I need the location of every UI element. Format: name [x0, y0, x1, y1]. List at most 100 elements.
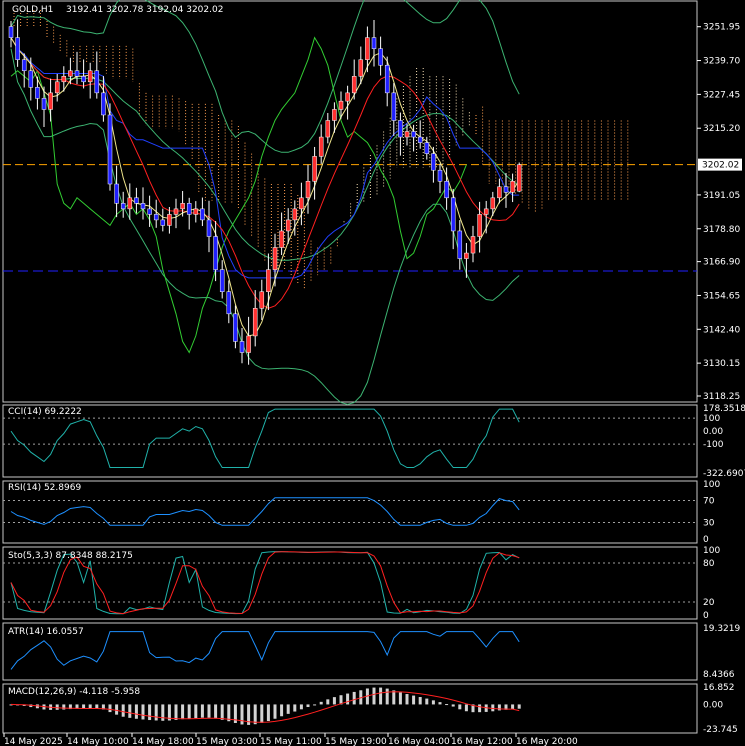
- candle-body: [180, 203, 185, 210]
- atr-line: [10, 631, 520, 670]
- panel-frame-main: [2, 0, 698, 403]
- macd-histogram-bar: [280, 704, 284, 717]
- macd-histogram-bar: [253, 704, 257, 725]
- candle-body: [279, 230, 284, 248]
- candle-body: [510, 180, 515, 193]
- candle-body: [503, 186, 509, 193]
- candle-body: [74, 70, 80, 77]
- candle-body: [450, 197, 456, 232]
- indicator-tick-label: 30: [703, 519, 715, 529]
- candle-body: [28, 70, 34, 88]
- macd-label: MACD(12,26,9) -4.118 -5.958: [8, 687, 140, 697]
- main-price-plot: [3, 0, 697, 405]
- macd-histogram-bar: [445, 704, 449, 706]
- indicator-tick-label: 0.00: [703, 427, 723, 437]
- indicator-tick-label: 0: [703, 611, 709, 621]
- macd-histogram-bar: [55, 704, 59, 710]
- indicator-tick-label: 100: [703, 480, 720, 490]
- candle-body: [417, 136, 423, 143]
- cci-line: [10, 408, 520, 468]
- chart-canvas: GOLD,H1 3192.41 3202.78 3192.04 3202.02 …: [2, 0, 745, 746]
- candle-body: [318, 136, 324, 157]
- indicator-tick-label: 100: [703, 546, 720, 556]
- macd-histogram-bar: [392, 690, 396, 705]
- candle-body: [233, 313, 238, 342]
- price-tick-label: 3251.95: [703, 23, 740, 33]
- indicator-tick-label: -23.745: [703, 725, 738, 735]
- candle-body: [516, 164, 522, 192]
- candle-body: [483, 208, 489, 215]
- panel-frame-cci: [2, 404, 698, 478]
- candle-body: [398, 120, 403, 138]
- macd-histogram-bar: [491, 704, 495, 712]
- candle-body: [272, 247, 278, 270]
- price-tick-label: 3178.80: [703, 225, 740, 235]
- macd-histogram-bar: [418, 697, 422, 705]
- time-tick-label: 16 May 20:00: [516, 737, 578, 746]
- candle-body: [107, 114, 113, 185]
- panel-frame-rsi: [2, 480, 698, 544]
- macd-histogram-bar: [148, 704, 152, 721]
- indicator-tick-label: 8.4366: [703, 670, 735, 680]
- indicator-tick-label: 19.3219: [703, 624, 740, 634]
- candle-body: [332, 109, 337, 121]
- candle-body: [87, 70, 93, 83]
- candle-body: [431, 153, 436, 171]
- candle-body: [259, 291, 265, 309]
- macd-histogram-bar: [95, 704, 99, 709]
- time-tick-label: 16 May 04:00: [388, 737, 450, 746]
- macd-histogram-bar: [458, 704, 462, 710]
- candle-body: [391, 92, 397, 121]
- price-tick-label: 3154.65: [703, 291, 740, 301]
- candle-body: [206, 219, 212, 237]
- macd-histogram-bar: [134, 704, 138, 719]
- cci-label: CCI(14) 69.2222: [8, 407, 82, 417]
- candle-body: [444, 180, 449, 199]
- candle-body: [173, 208, 179, 215]
- macd-histogram-bar: [154, 704, 158, 721]
- macd-histogram-bar: [313, 704, 317, 706]
- macd-histogram-bar: [266, 704, 270, 722]
- candle-body: [147, 208, 152, 215]
- indicator-tick-label: 80: [703, 559, 715, 569]
- macd-histogram-bar: [511, 704, 515, 709]
- candle-body: [120, 203, 126, 210]
- indicator-plots: [3, 408, 697, 725]
- candle-body: [213, 236, 218, 270]
- candle-body: [8, 26, 14, 38]
- macd-histogram-bar: [398, 692, 402, 705]
- price-tick-label: 3215.20: [703, 124, 740, 134]
- macd-histogram-bar: [438, 702, 442, 705]
- macd-histogram-bar: [141, 704, 145, 720]
- rsi-line: [10, 497, 520, 526]
- price-tick-label: 3239.70: [703, 57, 740, 67]
- time-tick-label: 15 May 03:00: [196, 737, 258, 746]
- time-tick-label: 15 May 11:00: [260, 737, 322, 746]
- indicator-tick-label: 70: [703, 497, 715, 507]
- macd-histogram-bar: [273, 704, 277, 719]
- candle-body: [61, 76, 67, 83]
- candle-body: [186, 203, 192, 215]
- macd-histogram-bar: [293, 704, 297, 712]
- candle-body: [338, 100, 344, 110]
- candle-body: [490, 197, 496, 210]
- macd-histogram-bar: [425, 698, 429, 705]
- macd-histogram-bar: [194, 704, 198, 719]
- bollinger-upper: [10, 0, 520, 153]
- price-tick-label: 3142.40: [703, 325, 740, 335]
- candle-body: [365, 37, 370, 60]
- sto-label: Sto(5,3,3) 87.8348 88.2175: [8, 551, 133, 561]
- indicator-tick-label: 0: [703, 535, 709, 545]
- macd-histogram-bar: [88, 704, 92, 709]
- candle-body: [68, 70, 73, 77]
- macd-histogram-bar: [286, 704, 290, 714]
- candle-body: [378, 48, 383, 66]
- macd-histogram-bar: [319, 701, 323, 705]
- candle-body: [101, 92, 106, 116]
- macd-histogram-bar: [412, 695, 416, 705]
- candle-body: [140, 203, 146, 210]
- macd-histogram-bar: [326, 699, 330, 705]
- macd-histogram-bar: [372, 687, 376, 705]
- indicator-tick-label: -322.6907: [703, 469, 745, 479]
- candle-body: [384, 64, 390, 94]
